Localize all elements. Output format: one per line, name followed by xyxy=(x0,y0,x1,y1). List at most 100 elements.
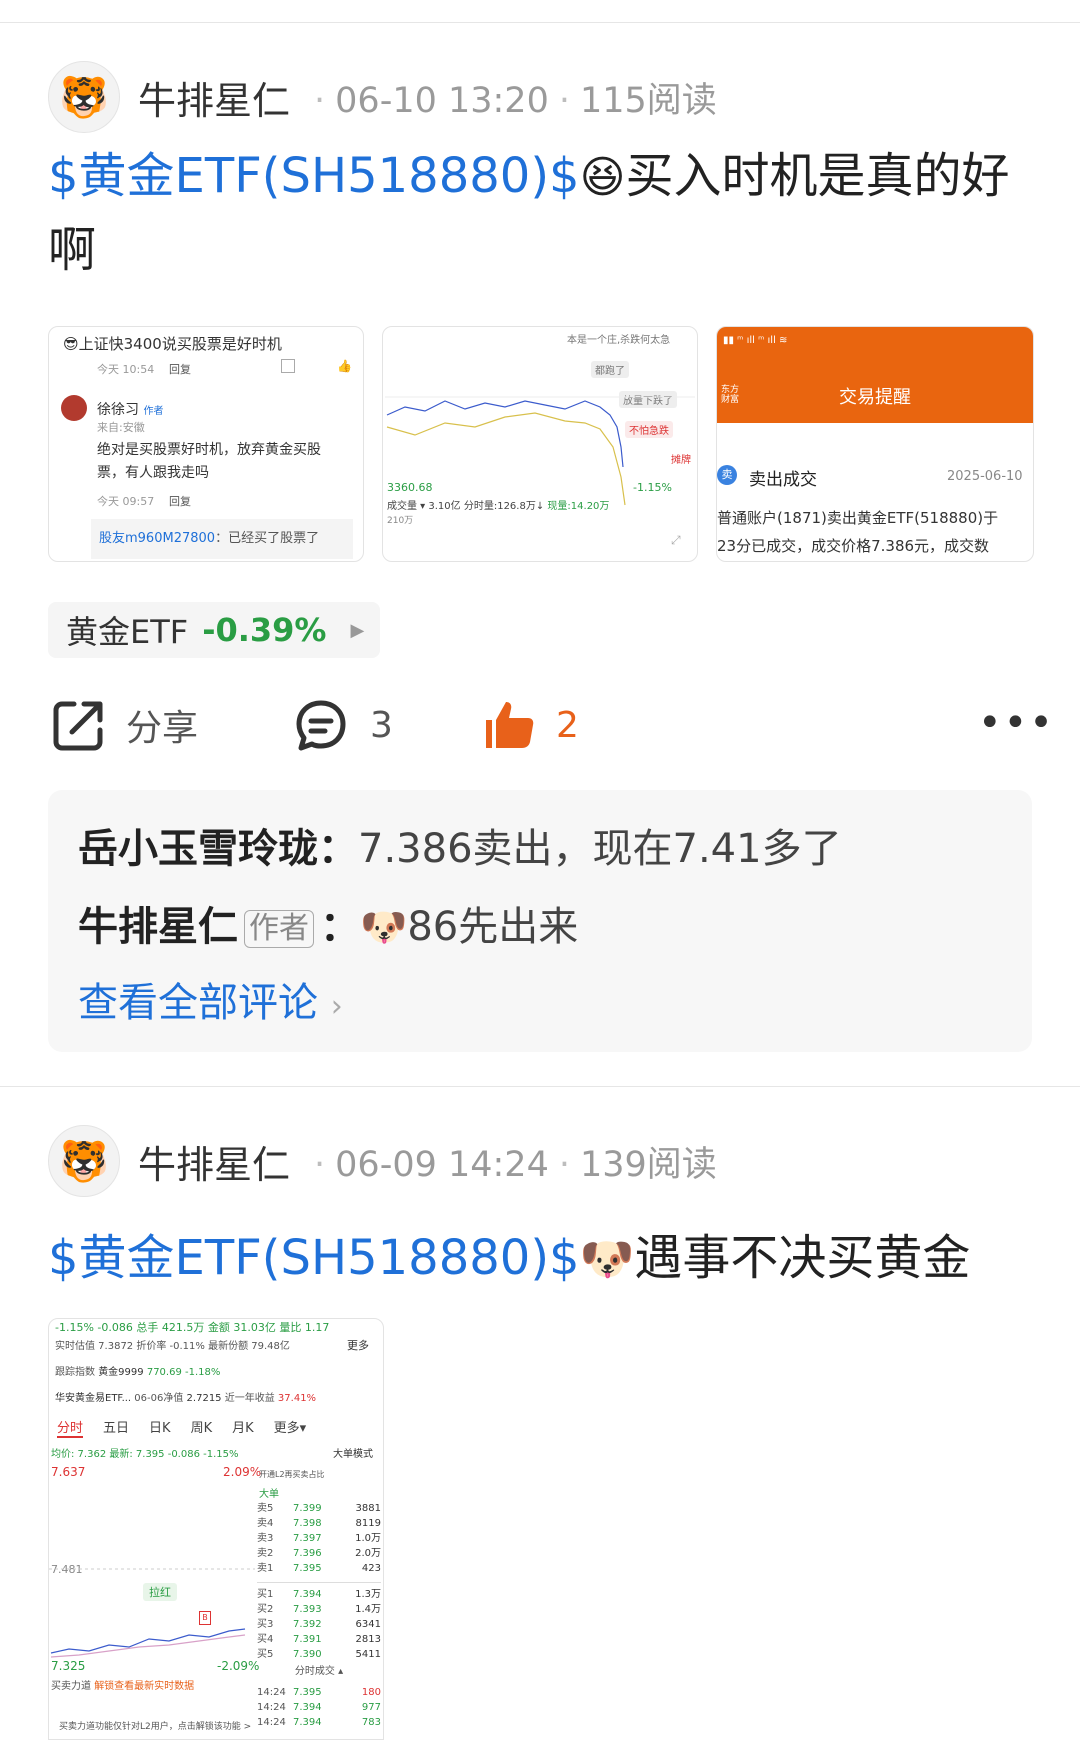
thumbs-up-icon xyxy=(486,702,534,748)
thumb3-sell-badge: 卖 xyxy=(717,465,737,485)
thumb1-friend-reply: 股友m960M27800：已经买了股票了 xyxy=(91,519,353,559)
thumb3-header: 交易提醒 xyxy=(839,387,911,408)
p2-buy-power: 买卖力道 解锁查看最新实时数据 xyxy=(51,1681,195,1692)
post1-title[interactable]: $黄金ETF(SH518880)$😆买入时机是真的好啊 xyxy=(48,140,1038,286)
dog-emoji-icon: 🐶 xyxy=(579,1234,635,1285)
tiger-avatar-icon[interactable]: 🐯 xyxy=(48,1125,120,1197)
thumb1-share-icon xyxy=(281,359,295,373)
p2-r0: -1.15% -0.086 总手 421.5万 金额 31.03亿 量比 1.1… xyxy=(55,1321,330,1334)
thumb3-date: 2025-06-10 xyxy=(947,469,1023,484)
p2-bid-2: 买3 7.392 6341 xyxy=(257,1619,381,1630)
comment-count: 3 xyxy=(370,704,393,746)
p2-ask-0: 卖5 7.399 3881 xyxy=(257,1503,381,1514)
post2-reads: 139阅读 xyxy=(580,1144,717,1185)
p2-bid-3: 买4 7.391 2813 xyxy=(257,1634,381,1645)
comment-2-user: 牛排星仁 xyxy=(78,904,238,950)
p2-r1: 实时估值 7.3872 折价率 -0.11% 最新份额 79.48亿 xyxy=(55,1341,290,1352)
stock-chip-change: -0.39% xyxy=(202,611,327,649)
thumb1-time1: 今天 10:54 xyxy=(97,363,155,376)
p2-price-line xyxy=(50,1628,246,1654)
chevron-right-icon: ▶ xyxy=(350,619,365,641)
post2-title[interactable]: $黄金ETF(SH518880)$🐶遇事不决买黄金 xyxy=(48,1222,1038,1296)
post-divider xyxy=(0,1086,1080,1087)
p2-bid-4: 买5 7.390 5411 xyxy=(257,1649,381,1660)
post1-author-name[interactable]: 牛排星仁 xyxy=(138,70,290,125)
author-badge: 作者 xyxy=(244,910,314,948)
stock-chip[interactable]: 黄金ETF -0.39% ▶ xyxy=(48,602,380,658)
post1-stock-tag-link[interactable]: $黄金ETF(SH518880)$ xyxy=(48,148,580,204)
p2-r2: 跟踪指数 黄金9999 770.69 -1.18% xyxy=(55,1367,221,1378)
post1-image-3[interactable]: ▮▮ ᵐ ıll ᵐ ıll ≋ 东方财富 交易提醒 卖 卖出成交 2025-0… xyxy=(716,326,1034,562)
p2-tab-4[interactable]: 月K xyxy=(232,1417,254,1438)
p2-tabs: 分时 五日 日K 周K 月K 更多▾ xyxy=(57,1417,377,1438)
thumb1-user-avatar xyxy=(61,395,87,421)
thumb1-from: 来自:安徽 xyxy=(97,421,145,434)
thumb1-user: 徐徐习 作者 xyxy=(97,402,164,418)
stock-chip-name: 黄金ETF xyxy=(66,613,189,651)
laughing-emoji-icon: 😆 xyxy=(579,152,626,203)
comment-1[interactable]: 岳小玉雪玲珑：7.386卖出，现在7.41多了 xyxy=(78,816,842,874)
thumb2-vol-row: 成交量 ▾ 3.10亿 分时量:126.8万↓ 现量:14.20万 xyxy=(387,501,610,512)
comment-icon xyxy=(296,700,346,751)
thumb3-line1: 普通账户(1871)卖出黄金ETF(518880)于 xyxy=(717,509,999,527)
signal-icon: ▮▮ ᵐ ıll ᵐ ıll ≋ xyxy=(723,335,788,346)
post2-author-row[interactable]: 🐯 牛排星仁 · 06-09 14:24 · 139阅读 xyxy=(48,1124,717,1198)
post2-stock-tag-link[interactable]: $黄金ETF(SH518880)$ xyxy=(48,1230,580,1286)
dog-emoji-icon: 🐶 xyxy=(360,905,408,949)
post2-image[interactable]: -1.15% -0.086 总手 421.5万 金额 31.03亿 量比 1.1… xyxy=(48,1318,384,1740)
comment-2-text: 86先出来 xyxy=(407,904,579,950)
p2-tab-5[interactable]: 更多▾ xyxy=(274,1417,307,1438)
thumb3-header-bar: ▮▮ ᵐ ıll ᵐ ıll ≋ 东方财富 交易提醒 xyxy=(717,327,1033,423)
comment-preview-box[interactable]: 岳小玉雪玲珑：7.386卖出，现在7.41多了 牛排星仁 作者 ：🐶86先出来 查看… xyxy=(48,790,1032,1052)
p2-legend: 均价: 7.362 最新: 7.395 -0.086 -1.15% xyxy=(51,1449,239,1460)
p2-tab-1[interactable]: 五日 xyxy=(103,1417,129,1438)
share-icon xyxy=(53,701,103,751)
thumb3-line2: 23分已成交，成交价格7.386元，成交数 xyxy=(717,537,990,555)
comment-2[interactable]: 牛排星仁 作者 ：🐶86先出来 xyxy=(78,894,578,952)
p2-ask-4: 卖1 7.395 423 xyxy=(257,1563,381,1574)
top-divider xyxy=(0,22,1080,23)
thumb1-reply1: 回复 xyxy=(169,363,191,376)
thumb1-body: 绝对是买股票好时机，放弃黄金买股票，有人跟我走吗 xyxy=(97,442,321,481)
p2-bid-1: 买2 7.393 1.4万 xyxy=(257,1604,381,1615)
comment-1-text: 7.386卖出，现在7.41多了 xyxy=(358,826,842,872)
p2-tab-2[interactable]: 日K xyxy=(149,1417,171,1438)
post2-meta: · 06-09 14:24 · 139阅读 xyxy=(314,1144,717,1185)
comment-button[interactable]: 3 xyxy=(294,698,393,752)
p2-tab-0[interactable]: 分时 xyxy=(57,1417,84,1438)
like-count: 2 xyxy=(556,704,579,746)
p2-order-book: 卖5 7.399 3881 卖4 7.398 8119 卖3 7.397 1.0万 卖2 7.… xyxy=(257,1501,381,1730)
p2-more-button[interactable]: 更多 xyxy=(347,1337,369,1353)
thumb1-reply2: 回复 xyxy=(169,495,191,508)
post1-image-1[interactable]: 😎上证快3400说买股票是好时机 今天 10:54 回复 👍 徐徐习 作者 来自… xyxy=(48,326,364,562)
thumb2-price-line xyxy=(386,400,624,468)
post2-title-text: 遇事不决买黄金 xyxy=(634,1230,971,1286)
p2-trade-1: 14:24 7.394 977 xyxy=(257,1702,381,1713)
p2-ask-1: 卖4 7.398 8119 xyxy=(257,1518,381,1529)
p2-bottom-banner[interactable]: 买卖力道功能仅针对L2用户，点击解锁该功能 > xyxy=(59,1719,251,1732)
tiger-avatar-icon[interactable]: 🐯 xyxy=(48,61,120,133)
p2-trade-2: 14:24 7.394 783 xyxy=(257,1717,381,1728)
more-icon[interactable]: ••• xyxy=(978,700,1055,746)
p2-avg-line xyxy=(50,1634,246,1658)
view-all-comments-link[interactable]: 查看全部评论 › xyxy=(78,970,343,1028)
p2-mode[interactable]: 大单模式 xyxy=(333,1445,373,1460)
like-button[interactable]: 2 xyxy=(484,698,579,752)
expand-icon[interactable]: ⤢ xyxy=(671,533,681,548)
post1-image-2[interactable]: 本是一个庄,杀跌何太急 都跑了 放量下跌了 不怕急跌 摊牌 3360.68 -1… xyxy=(382,326,698,562)
thumb2-vol4: 210万 xyxy=(387,516,414,526)
p2-intraday-chart xyxy=(49,1568,255,1658)
p2-tag-lahong: 拉红 xyxy=(143,1583,177,1601)
post1-time: 06-10 13:20 xyxy=(335,80,549,121)
p2-trades-title: 分时成交 ▴ xyxy=(294,1666,344,1677)
p2-big: 大单 xyxy=(259,1489,279,1500)
post2-author-name[interactable]: 牛排星仁 xyxy=(138,1134,290,1189)
share-button[interactable]: 分享 xyxy=(52,698,198,752)
thumb3-label: 卖出成交 xyxy=(749,470,817,490)
comment-1-user: 岳小玉雪玲珑 xyxy=(78,826,318,872)
p2-trade-0: 14:24 7.395 180 xyxy=(257,1687,381,1698)
chevron-right-icon: › xyxy=(330,989,343,1024)
p2-l2[interactable]: 开通L2再买卖占比 xyxy=(259,1469,325,1480)
p2-tab-3[interactable]: 周K xyxy=(191,1417,213,1438)
post1-author-row[interactable]: 🐯 牛排星仁 · 06-10 13:20 · 115阅读 xyxy=(48,60,717,134)
